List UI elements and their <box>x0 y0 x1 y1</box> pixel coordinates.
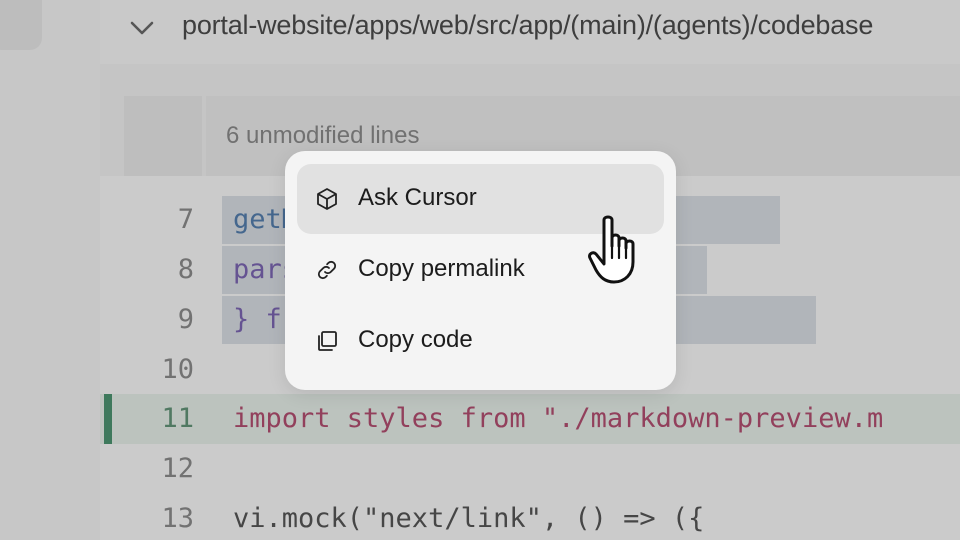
copy-code-menu-item[interactable]: Copy code <box>297 306 664 376</box>
cube-icon <box>317 188 337 210</box>
menu-item-label: Copy code <box>358 326 473 353</box>
copy-icon <box>318 331 337 351</box>
link-icon <box>317 260 337 280</box>
menu-item-label: Ask Cursor <box>358 184 477 211</box>
menu-item-label: Copy permalink <box>358 255 525 282</box>
pointer-hand-cursor-icon <box>588 215 635 284</box>
